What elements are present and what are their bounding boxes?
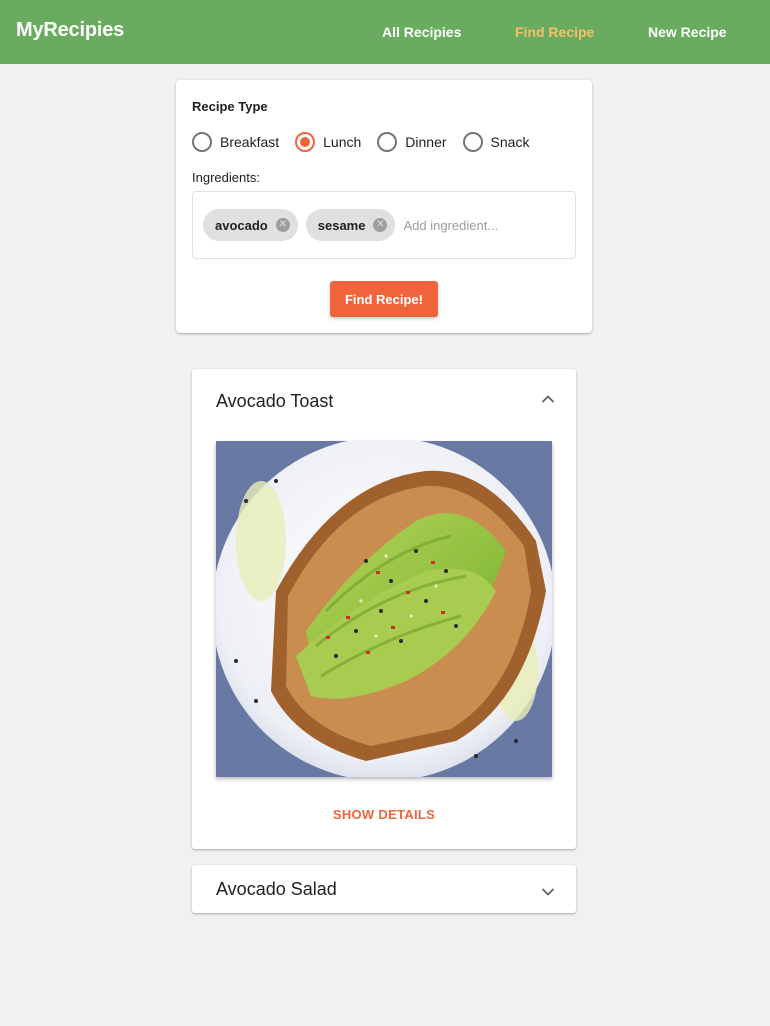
radio-label: Lunch — [323, 134, 362, 150]
ingredients-chip-input[interactable]: avocado ✕ sesame ✕ — [192, 191, 576, 259]
navbar: MyRecipies All Recipies Find Recipe New … — [0, 0, 770, 64]
radio-button-icon[interactable] — [192, 132, 212, 152]
radio-label: Snack — [490, 134, 530, 150]
recipe-title[interactable]: Avocado Salad — [216, 879, 337, 900]
ingredients-label: Ingredients: — [192, 170, 260, 185]
chevron-down-icon[interactable] — [540, 884, 556, 900]
chip-label: avocado — [215, 217, 268, 233]
radio-button-icon[interactable] — [462, 132, 483, 152]
recipe-card-avocado-salad: Avocado Salad — [192, 865, 576, 913]
chevron-up-icon[interactable] — [540, 391, 556, 407]
chip-label: sesame — [317, 217, 366, 233]
radio-breakfast[interactable]: Breakfast — [192, 132, 279, 152]
recipe-card-avocado-toast: Avocado Toast SHOW DETAILS — [192, 369, 576, 849]
add-ingredient-input[interactable] — [403, 217, 544, 233]
brand-logo[interactable]: MyRecipies — [16, 19, 124, 42]
nav-new-recipe[interactable]: New Recipe — [648, 24, 727, 40]
avocado-toast-illustration — [216, 441, 552, 777]
find-recipe-button[interactable]: Find Recipe! — [330, 281, 438, 317]
radio-button-checked-icon[interactable] — [295, 132, 316, 152]
recipe-title[interactable]: Avocado Toast — [216, 391, 333, 412]
search-card: Recipe Type Breakfast Lunch Dinner Snack… — [176, 80, 592, 333]
radio-label: Breakfast — [220, 134, 280, 150]
radio-lunch[interactable]: Lunch — [295, 132, 361, 152]
radio-dinner[interactable]: Dinner — [377, 132, 447, 152]
radio-button-icon[interactable] — [377, 132, 398, 152]
recipe-type-radio-group: Breakfast Lunch Dinner Snack — [192, 132, 545, 152]
nav-find-recipe[interactable]: Find Recipe — [515, 24, 594, 40]
ingredient-chip-sesame[interactable]: sesame ✕ — [305, 209, 396, 241]
recipe-type-label: Recipe Type — [192, 99, 268, 114]
close-circle-icon[interactable]: ✕ — [373, 218, 388, 232]
radio-snack[interactable]: Snack — [462, 132, 530, 152]
ingredient-chip-avocado[interactable]: avocado ✕ — [203, 209, 298, 241]
radio-label: Dinner — [405, 134, 447, 150]
close-circle-icon[interactable]: ✕ — [275, 218, 290, 232]
recipe-photo — [216, 441, 552, 777]
nav-all-recipes[interactable]: All Recipies — [382, 24, 461, 40]
show-details-button[interactable]: SHOW DETAILS — [192, 807, 576, 822]
